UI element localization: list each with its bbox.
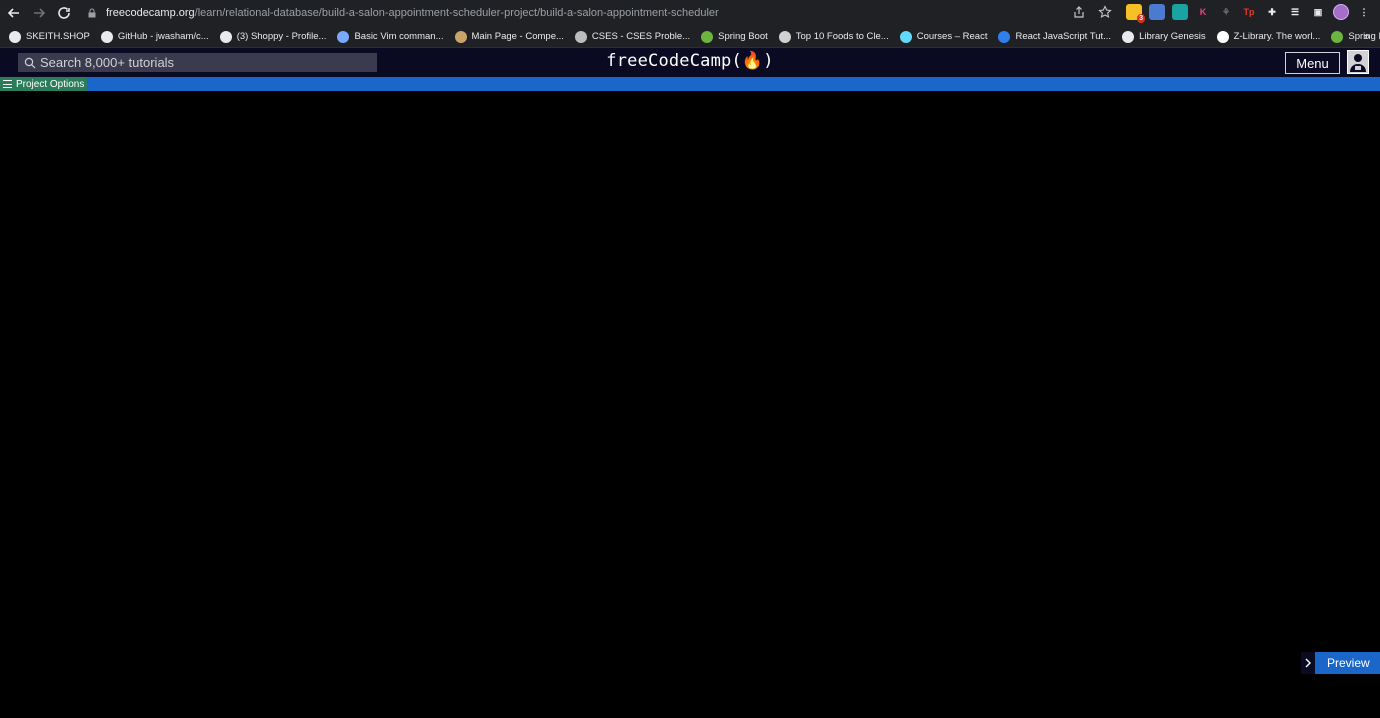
preview-button[interactable]: Preview — [1301, 652, 1380, 674]
zlib-icon — [1216, 30, 1229, 43]
bookmark-item[interactable]: CSES - CSES Proble... — [574, 30, 691, 43]
dots-icon — [337, 30, 350, 43]
k-extension-icon[interactable]: K — [1195, 4, 1211, 20]
url-path: /learn/relational-database/build-a-salon… — [194, 7, 719, 19]
back-button[interactable] — [3, 2, 25, 24]
cses-icon — [574, 30, 587, 43]
bookmark-item[interactable]: Top 10 Foods to Cle... — [778, 30, 889, 43]
hamburger-icon — [3, 80, 12, 88]
fcc-navbar: freeCodeCamp(🔥) Menu — [0, 48, 1380, 77]
extensions-area: 3 K ⚘ Tp ✚ ☰ ▣ ⋮ — [1126, 4, 1372, 23]
chat-extension-icon[interactable] — [1172, 4, 1188, 20]
bookmark-item[interactable]: React JavaScript Tut... — [998, 30, 1112, 43]
share-icon[interactable] — [1072, 5, 1086, 19]
react-icon — [899, 30, 912, 43]
search-icon — [24, 57, 36, 68]
bookmark-label: Main Page - Compe... — [471, 31, 564, 42]
bookmark-label: GitHub - jwasham/c... — [117, 31, 209, 42]
vscode-icon — [998, 30, 1011, 43]
bookmark-item[interactable]: GitHub - jwasham/c... — [100, 30, 209, 43]
bookmark-item[interactable]: Spring Boot — [701, 30, 768, 43]
bookmark-item[interactable]: Main Page - Compe... — [454, 30, 564, 43]
bookmark-item[interactable]: (3) Shoppy - Profile... — [219, 30, 327, 43]
project-options-button[interactable]: Project Options — [0, 77, 88, 91]
bookmark-star-icon[interactable] — [1098, 5, 1112, 19]
spring-icon — [701, 30, 714, 43]
spring-icon — [1331, 30, 1344, 43]
search-box[interactable] — [18, 53, 377, 72]
puzzle-icon[interactable]: ✚ — [1264, 4, 1280, 20]
github-icon — [100, 30, 113, 43]
kebab-menu-icon[interactable]: ⋮ — [1356, 4, 1372, 20]
tooth-icon — [778, 30, 791, 43]
extension-badge: 3 — [1137, 14, 1145, 23]
notes-extension-icon[interactable]: 3 — [1126, 4, 1145, 23]
tp-extension-icon[interactable]: Tp — [1241, 4, 1257, 20]
avatar-icon — [1350, 54, 1366, 72]
leaf-extension-icon[interactable]: ⚘ — [1218, 4, 1234, 20]
reload-button[interactable] — [53, 2, 75, 24]
bookmark-label: Courses – React — [916, 31, 988, 42]
playlist-icon[interactable]: ☰ — [1287, 4, 1303, 20]
bookmarks-bar: SKEITH.SHOP GitHub - jwasham/c... (3) Shop… — [0, 26, 1380, 48]
preview-label: Preview — [1327, 656, 1370, 670]
bookmark-label: Basic Vim comman... — [354, 31, 444, 42]
forward-button[interactable] — [28, 2, 50, 24]
bookmark-item[interactable]: SKEITH.SHOP — [9, 30, 90, 43]
reload-icon — [58, 7, 70, 19]
bookmark-item[interactable]: Z-Library. The worl... — [1216, 30, 1321, 43]
chevron-right-icon — [1301, 652, 1315, 674]
browser-toolbar: freecodecamp.org/learn/relational-databa… — [0, 0, 1380, 26]
bookmark-label: Z-Library. The worl... — [1233, 31, 1321, 42]
search-input[interactable] — [40, 55, 360, 70]
bookmark-item[interactable]: Courses – React — [899, 30, 988, 43]
arrow-left-icon — [7, 8, 19, 18]
bookmark-label: React JavaScript Tut... — [1015, 31, 1112, 42]
user-avatar[interactable] — [1347, 50, 1369, 74]
bookmark-item[interactable]: Library Genesis — [1122, 30, 1206, 43]
bookmark-label: Spring Boot — [718, 31, 768, 42]
project-options-bar: Project Options — [0, 77, 1380, 91]
address-bar[interactable]: freecodecamp.org/learn/relational-databa… — [78, 2, 1120, 24]
bookmark-label: Top 10 Foods to Cle... — [795, 31, 889, 42]
bookmark-label: (3) Shoppy - Profile... — [236, 31, 327, 42]
bookmark-label: SKEITH.SHOP — [26, 31, 90, 42]
arrow-right-icon — [34, 8, 46, 18]
shoppy-icon — [219, 30, 232, 43]
lock-icon — [88, 8, 96, 18]
workspace — [0, 91, 1380, 718]
bookmark-label: CSES - CSES Proble... — [591, 31, 691, 42]
project-options-label: Project Options — [16, 78, 85, 90]
translate-extension-icon[interactable] — [1149, 4, 1165, 20]
menu-button[interactable]: Menu — [1285, 52, 1340, 74]
bookmark-item[interactable]: Spring Framework... — [1331, 30, 1380, 43]
tag-icon — [9, 30, 21, 43]
book-icon — [1122, 30, 1135, 43]
profile-avatar[interactable] — [1333, 4, 1349, 20]
url-host: freecodecamp.org — [106, 7, 195, 19]
wiki-icon — [454, 30, 467, 43]
bookmark-item[interactable]: Basic Vim comman... — [337, 30, 444, 43]
bookmarks-overflow-icon[interactable]: » — [1364, 31, 1370, 43]
bookmark-label: Library Genesis — [1139, 31, 1206, 42]
side-panel-icon[interactable]: ▣ — [1310, 4, 1326, 20]
